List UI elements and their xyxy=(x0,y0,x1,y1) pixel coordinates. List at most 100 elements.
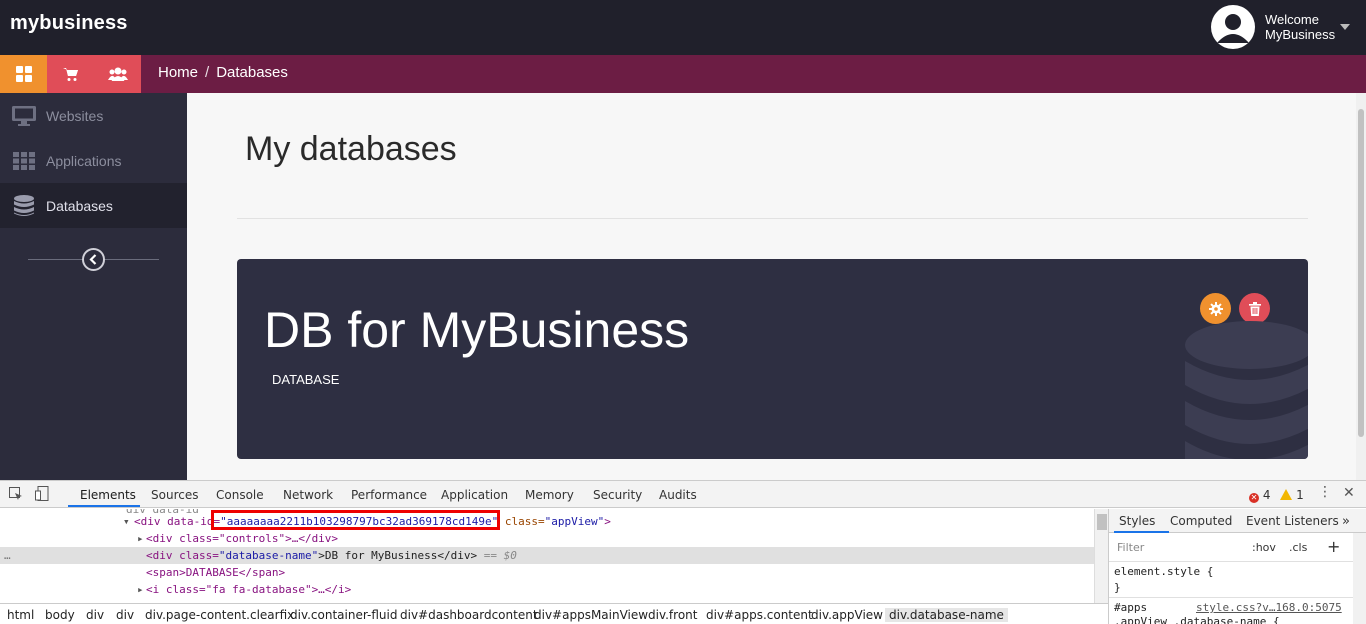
sidebar-item-applications[interactable]: Applications xyxy=(0,138,187,183)
dom-attr: class= xyxy=(498,515,545,528)
hov-toggle[interactable]: :hov xyxy=(1252,541,1276,554)
breadcrumb-current: Databases xyxy=(216,64,288,81)
dom-crumb[interactable]: div#dashboardcontent xyxy=(400,608,538,622)
expand-triangle-icon[interactable]: ▸ xyxy=(137,581,144,598)
dom-attr-value: "appView" xyxy=(544,515,605,528)
welcome-line1: Welcome xyxy=(1265,12,1319,27)
expand-triangle-icon[interactable]: ▾ xyxy=(123,513,130,530)
dom-tag: <div data-id= xyxy=(134,515,221,528)
cls-toggle[interactable]: .cls xyxy=(1289,541,1307,554)
sidebar-item-websites[interactable]: Websites xyxy=(0,93,187,138)
issue-counts[interactable]: ✕ 4 1 xyxy=(1249,488,1304,503)
tab-performance[interactable]: Performance xyxy=(351,488,427,502)
database-type-label: DATABASE xyxy=(272,372,340,387)
dom-text: >DB for MyBusiness</div> xyxy=(318,549,478,562)
dom-crumb[interactable]: div#apps.content xyxy=(706,608,813,622)
inspect-element-icon[interactable] xyxy=(9,487,23,501)
dom-tree[interactable]: div data-id ▾ <div data-id="aaaaaaaa2211b… xyxy=(0,509,1094,603)
tab-sources[interactable]: Sources xyxy=(151,488,198,502)
breadcrumb-separator: / xyxy=(205,64,210,81)
dom-line-icon[interactable]: ▸ <i class="fa fa-database">…</i> xyxy=(0,581,1094,598)
gear-icon xyxy=(1208,301,1223,316)
highlight-box xyxy=(211,510,500,530)
dom-crumb[interactable]: div xyxy=(116,608,134,622)
monitor-icon xyxy=(12,105,36,126)
dom-line-text: <span>DATABASE</span> xyxy=(146,566,286,579)
rule-close-brace: } xyxy=(1114,581,1121,594)
top-bar: mybusiness Welcome MyBusiness xyxy=(0,0,1366,55)
add-rule-icon[interactable]: + xyxy=(1327,537,1340,556)
styles-scrollbar[interactable] xyxy=(1353,533,1366,624)
tab-security[interactable]: Security xyxy=(593,488,642,502)
page-scrollbar[interactable] xyxy=(1356,93,1366,480)
chevron-right-icon[interactable]: » xyxy=(1342,514,1350,529)
sidebar-item-label: Databases xyxy=(46,197,113,214)
warning-count: 1 xyxy=(1296,488,1304,502)
tab-network[interactable]: Network xyxy=(283,488,333,502)
tab-elements[interactable]: Elements xyxy=(80,488,136,502)
dom-crumb[interactable]: body xyxy=(45,608,75,622)
warning-icon xyxy=(1280,489,1293,500)
more-options-icon[interactable]: ⋮ xyxy=(1318,484,1332,500)
database-icon xyxy=(1185,321,1308,459)
breadcrumb-home[interactable]: Home xyxy=(158,64,198,81)
rule-selector[interactable]: #apps xyxy=(1114,601,1147,614)
active-tab-indicator xyxy=(1114,531,1169,533)
device-toolbar-icon[interactable] xyxy=(35,486,49,502)
page-title: My databases xyxy=(245,130,457,168)
active-tab-indicator xyxy=(68,505,140,507)
tab-computed[interactable]: Computed xyxy=(1170,514,1232,528)
trash-icon xyxy=(1248,301,1261,316)
rule-selector-line2[interactable]: .appView .database-name { xyxy=(1114,615,1280,624)
cart-icon[interactable] xyxy=(47,55,94,93)
dom-line-controls[interactable]: ▸ <div class="controls">…</div> xyxy=(0,530,1094,547)
styles-panel: Styles Computed Event Listeners » Filter… xyxy=(1108,509,1366,624)
error-icon: ✕ xyxy=(1249,493,1259,503)
database-card[interactable]: DB for MyBusiness DATABASE xyxy=(237,259,1308,459)
expand-triangle-icon[interactable]: ▸ xyxy=(137,530,144,547)
collapse-sidebar-button[interactable] xyxy=(82,248,105,271)
chevron-down-icon[interactable] xyxy=(1340,24,1350,30)
tab-application[interactable]: Application xyxy=(441,488,508,502)
tab-audits[interactable]: Audits xyxy=(659,488,697,502)
dom-crumb[interactable]: div#appsMainView xyxy=(534,608,648,622)
tab-console[interactable]: Console xyxy=(216,488,264,502)
dom-crumb[interactable]: div.page-content.clearfix xyxy=(145,608,294,622)
dom-crumb[interactable]: div.appView xyxy=(811,608,883,622)
tab-memory[interactable]: Memory xyxy=(525,488,574,502)
sidebar-item-label: Websites xyxy=(46,107,104,124)
dom-line-text: <div class="controls">…</div> xyxy=(146,532,339,545)
database-icon xyxy=(12,194,36,217)
user-avatar-icon[interactable] xyxy=(1211,5,1255,49)
dom-crumb[interactable]: html xyxy=(7,608,34,622)
database-name: DB for MyBusiness xyxy=(264,302,690,358)
dom-crumb[interactable]: div xyxy=(86,608,104,622)
dom-line-database-name[interactable]: … <div class="database-name">DB for MyBus… xyxy=(0,547,1094,564)
dom-line-text: <i class="fa fa-database">…</i> xyxy=(146,583,352,596)
tab-event-listeners[interactable]: Event Listeners xyxy=(1246,514,1339,528)
close-icon[interactable]: ✕ xyxy=(1343,485,1355,501)
brand-logo[interactable]: mybusiness xyxy=(10,12,128,35)
dom-crumb[interactable]: div.container-fluid xyxy=(290,608,397,622)
dom-scrollbar[interactable] xyxy=(1094,509,1108,603)
breadcrumb: Home / Databases xyxy=(158,64,288,81)
sidebar-item-databases[interactable]: Databases xyxy=(0,183,187,228)
dashboard-grid-icon[interactable] xyxy=(0,55,47,93)
source-link[interactable]: style.css?v…168.0:5075 xyxy=(1196,601,1342,614)
divider xyxy=(237,218,1308,219)
welcome-text[interactable]: Welcome MyBusiness xyxy=(1265,12,1335,42)
tab-styles[interactable]: Styles xyxy=(1119,514,1155,528)
dom-line-appview[interactable]: ▾ <div data-id="aaaaaaaa2211b103298797bc3… xyxy=(0,513,1094,530)
styles-tabbar: Styles Computed Event Listeners » xyxy=(1109,509,1366,533)
sidebar: Websites Applications Databases xyxy=(0,93,187,480)
dom-crumb-selected[interactable]: div.database-name xyxy=(885,608,1008,622)
sidebar-item-label: Applications xyxy=(46,152,122,169)
breadcrumb-bar: Home / Databases xyxy=(0,55,1366,93)
element-style-rule[interactable]: element.style { xyxy=(1114,565,1213,578)
dom-crumb[interactable]: div.front xyxy=(648,608,697,622)
styles-filter-input[interactable]: Filter xyxy=(1113,539,1243,557)
users-icon[interactable] xyxy=(94,55,141,93)
ellipsis-icon[interactable]: … xyxy=(4,547,11,564)
devtools-tabbar: Elements Sources Console Network Perform… xyxy=(0,481,1366,508)
dom-line-span[interactable]: <span>DATABASE</span> xyxy=(0,564,1094,581)
